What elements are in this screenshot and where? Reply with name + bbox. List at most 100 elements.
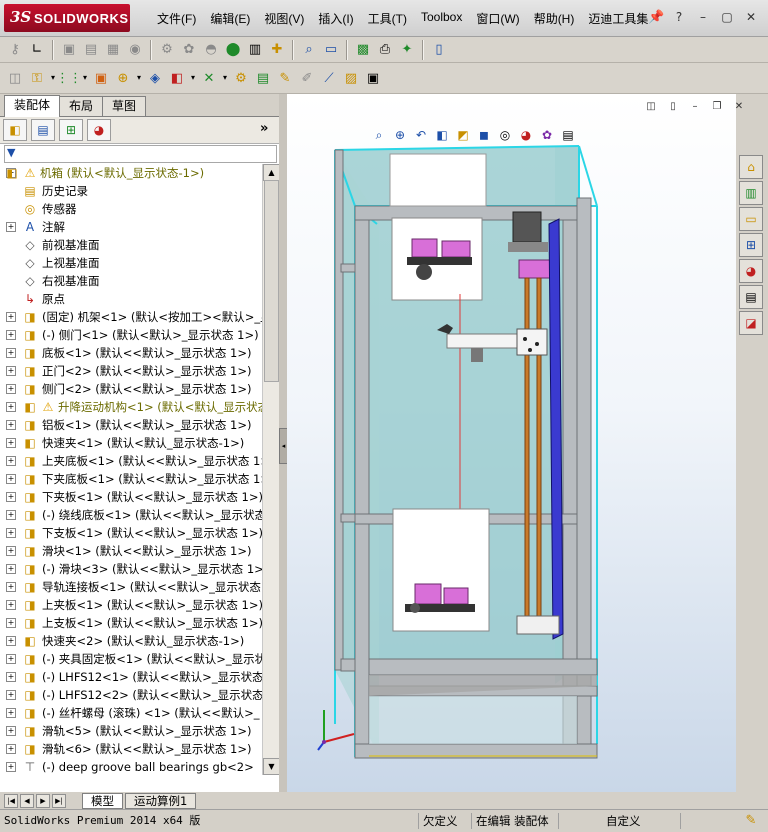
expand-toggle[interactable]: + — [6, 618, 16, 628]
dropdown-arrow-icon[interactable]: ▾ — [221, 68, 229, 88]
expand-toggle[interactable]: + — [6, 438, 16, 448]
close-view-button[interactable]: ✕ — [731, 101, 747, 115]
tree-item[interactable]: + A 注解 — [0, 218, 262, 236]
expand-toggle[interactable]: + — [6, 366, 16, 376]
custom-properties-icon[interactable]: ▤ — [739, 285, 763, 309]
tree-item[interactable]: + ◧ 快速夹<1> (默认<默认_显示状态-1>) — [0, 434, 262, 452]
assembly-features-icon[interactable]: ◧ — [167, 68, 187, 88]
tree-item[interactable]: + ◨ 下支板<1> (默认<<默认>_显示状态 1>) — [0, 524, 262, 542]
tab-assembly[interactable]: 装配体 — [4, 95, 61, 117]
stack-icon[interactable]: ▦ — [103, 40, 123, 60]
tree-item[interactable]: + ◧ 快速夹<2> (默认<默认_显示状态-1>) — [0, 632, 262, 650]
menu-edit[interactable]: 编辑(E) — [203, 9, 257, 29]
clearance-icon[interactable]: ▨ — [341, 68, 361, 88]
feature-manager-icon[interactable]: ◧ — [3, 119, 27, 141]
scroll-thumb[interactable] — [264, 180, 279, 382]
tree-item[interactable]: + ◨ (-) LHFS12<2> (默认<<默认>_显示状态 1 — [0, 686, 262, 704]
expand-toggle[interactable]: + — [6, 510, 16, 520]
view-settings-icon[interactable]: ▤ — [559, 126, 577, 144]
expand-toggle[interactable]: + — [6, 456, 16, 466]
display-style-icon[interactable]: ◼ — [475, 126, 493, 144]
tree-item[interactable]: + ◨ 铝板<1> (默认<<默认>_显示状态 1>) — [0, 416, 262, 434]
scroll-down-arrow[interactable]: ▼ — [263, 758, 280, 775]
exploded-view-icon[interactable]: ✎ — [275, 68, 295, 88]
expand-toggle[interactable]: + — [6, 582, 16, 592]
tree-item[interactable]: + ◨ 导轨连接板<1> (默认<<默认>_显示状态 1 — [0, 578, 262, 596]
tab-layout[interactable]: 布局 — [59, 96, 104, 116]
help-book-icon[interactable]: ▯ — [429, 40, 449, 60]
minimize-button[interactable]: – — [692, 8, 714, 26]
more-tabs-button[interactable]: » — [260, 121, 268, 136]
tree-item[interactable]: + ◨ 下夹底板<1> (默认<<默认>_显示状态 1>) — [0, 470, 262, 488]
tab-model[interactable]: 模型 — [82, 793, 123, 809]
menu-help[interactable]: 帮助(H) — [527, 9, 582, 29]
tree-item[interactable]: + ◨ (-) 丝杆螺母 (滚珠) <1> (默认<<默认>_ — [0, 704, 262, 722]
expand-toggle[interactable]: + — [6, 420, 16, 430]
expand-toggle[interactable]: + — [6, 348, 16, 358]
previous-view-icon[interactable]: ↶ — [412, 126, 430, 144]
hide-show-items-icon[interactable]: ◎ — [496, 126, 514, 144]
tree-item[interactable]: + ◨ (-) 滑块<3> (默认<<默认>_显示状态 1>) — [0, 560, 262, 578]
tree-item[interactable]: ◇ 右视基准面 — [0, 272, 262, 290]
map-pin-icon[interactable]: ⬤ — [223, 40, 243, 60]
expand-toggle[interactable]: + — [6, 384, 16, 394]
tree-item[interactable]: + ◨ 滑轨<6> (默认<<默认>_显示状态 1>) — [0, 740, 262, 758]
expand-toggle[interactable]: + — [6, 600, 16, 610]
view-orientation-icon[interactable]: ◩ — [454, 126, 472, 144]
solidworks-logo[interactable]: 3S SOLIDWORKS — [4, 4, 130, 32]
expand-toggle[interactable]: + — [6, 690, 16, 700]
tree-item[interactable]: + ◨ 上支板<1> (默认<<默认>_显示状态 1>) — [0, 614, 262, 632]
performance-icon[interactable]: ▣ — [363, 68, 383, 88]
new-sparkle-icon[interactable]: ✦ — [397, 40, 417, 60]
pin-icon[interactable]: 📌 — [648, 10, 664, 26]
help-button[interactable]: ? — [668, 8, 690, 26]
apply-scene-icon[interactable]: ✿ — [538, 126, 556, 144]
tree-item[interactable]: + ◨ 侧门<2> (默认<<默认>_显示状态 1>) — [0, 380, 262, 398]
layers-icon[interactable]: ▤ — [81, 40, 101, 60]
expand-toggle[interactable]: + — [6, 402, 16, 412]
single-view-icon[interactable]: ▯ — [665, 101, 681, 115]
filter-icon[interactable]: ▼ — [7, 146, 15, 159]
tree-item[interactable]: + ◨ 滑块<1> (默认<<默认>_显示状态 1>) — [0, 542, 262, 560]
property-manager-icon[interactable]: ▤ — [31, 119, 55, 141]
excel-icon[interactable]: ▩ — [353, 40, 373, 60]
zoom-to-fit-icon[interactable]: ⌕ — [370, 126, 388, 144]
linear-pattern-icon[interactable]: ⋮⋮ — [56, 68, 82, 88]
graphics-area[interactable] — [287, 94, 736, 792]
next-tab-button[interactable]: ▶ — [36, 794, 50, 808]
expand-toggle[interactable]: + — [6, 330, 16, 340]
solidworks-forum-icon[interactable]: ◪ — [739, 311, 763, 335]
tree-item[interactable]: + ◨ (-) 侧门<1> (默认<默认>_显示状态 1>) — [0, 326, 262, 344]
restore-view-button[interactable]: ❐ — [709, 101, 725, 115]
bowl-icon[interactable]: ◓ — [201, 40, 221, 60]
explode-line-icon[interactable]: ✐ — [297, 68, 317, 88]
dropdown-arrow-icon[interactable]: ▾ — [189, 68, 197, 88]
monitor-icon[interactable]: ▣ — [59, 40, 79, 60]
dropdown-arrow-icon[interactable]: ▾ — [135, 68, 143, 88]
quick-tips-icon[interactable]: ✎ — [742, 812, 760, 830]
expand-toggle[interactable]: + — [6, 726, 16, 736]
split-view-icon[interactable]: ◫ — [643, 101, 659, 115]
tree-item[interactable]: ◇ 前视基准面 — [0, 236, 262, 254]
section-view-icon[interactable]: ◧ — [433, 126, 451, 144]
expand-toggle[interactable]: + — [6, 546, 16, 556]
tree-item[interactable]: + ◨ 正门<2> (默认<<默认>_显示状态 1>) — [0, 362, 262, 380]
add-icon[interactable]: ✚ — [267, 40, 287, 60]
view-palette-icon[interactable]: ⊞ — [739, 233, 763, 257]
menu-tools[interactable]: 工具(T) — [361, 9, 414, 29]
tree-item[interactable]: + ⊤ (-) deep groove ball bearings gb<2> — [0, 758, 262, 774]
design-library-icon[interactable]: ▥ — [739, 181, 763, 205]
show-hidden-icon[interactable]: ◈ — [145, 68, 165, 88]
tree-filter-input[interactable]: ▼ — [4, 145, 277, 163]
tab-motion-study[interactable]: 运动算例1 — [125, 793, 197, 809]
solidworks-resources-icon[interactable]: ⌂ — [739, 155, 763, 179]
menu-toolbox[interactable]: Toolbox — [414, 9, 469, 29]
menu-insert[interactable]: 插入(I) — [311, 9, 360, 29]
cog-icon[interactable]: ✿ — [179, 40, 199, 60]
expand-toggle[interactable]: + — [6, 762, 16, 772]
menu-view[interactable]: 视图(V) — [257, 9, 311, 29]
search-icon[interactable]: ⌕ — [299, 40, 319, 60]
key-icon[interactable]: ⚷ — [5, 40, 25, 60]
mate-icon[interactable]: ⚿ — [27, 68, 47, 88]
tree-item[interactable]: + ◨ (-) LHFS12<1> (默认<<默认>_显示状态 1 — [0, 668, 262, 686]
